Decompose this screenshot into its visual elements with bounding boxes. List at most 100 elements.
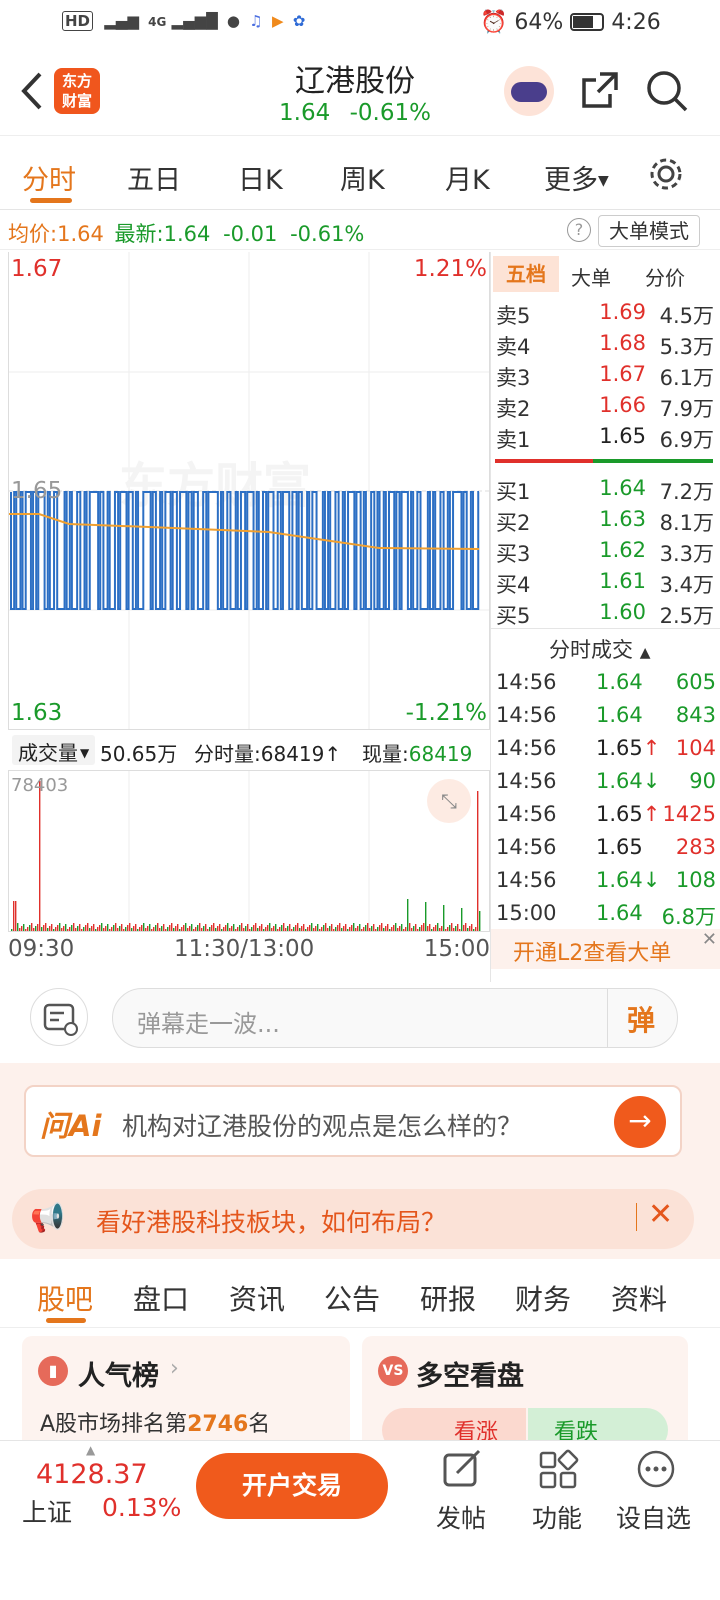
tab-weekly-k[interactable]: 周K [340, 158, 385, 197]
tab-research[interactable]: 研报 [420, 1278, 476, 1318]
ask-level-volume: 6.9万 [659, 428, 714, 452]
volume-chart[interactable]: 78403 ⤡ [8, 770, 490, 932]
volume-bar [299, 928, 301, 931]
popularity-card[interactable]: ▮ 人气榜 › A股市场排名第2746名 [22, 1336, 350, 1450]
bid-level-row[interactable]: 买5 1.60 2.5万 [496, 596, 716, 628]
volume-bar [407, 899, 409, 931]
volume-bar [457, 924, 459, 931]
danmu-input[interactable]: 弹幕走一波... 弹 [112, 988, 678, 1048]
bid-level-price: 1.64 [599, 476, 646, 500]
trade-time: 14:56 [496, 670, 557, 694]
tab-guba[interactable]: 股吧 [37, 1278, 93, 1318]
tab-more[interactable]: 更多▼ [544, 158, 609, 197]
volume-bar [371, 926, 373, 931]
tab-big-orders[interactable]: 大单 [571, 262, 611, 291]
danmu-toggle-button[interactable] [30, 988, 88, 1046]
tab-profile[interactable]: 资料 [611, 1278, 667, 1318]
ask-level-row[interactable]: 卖2 1.66 7.9万 [496, 389, 716, 421]
close-icon[interactable]: ✕ [702, 929, 717, 950]
chart-settings-button[interactable] [646, 154, 686, 198]
bid-level-row[interactable]: 买3 1.62 3.3万 [496, 534, 716, 566]
volume-bar [441, 926, 443, 931]
volume-bar [19, 928, 21, 931]
volume-bar [313, 928, 315, 931]
tab-price-distribution[interactable]: 分价 [645, 262, 685, 291]
functions-button[interactable]: 功能 [524, 1449, 594, 1539]
ask-level-row[interactable]: 卖3 1.67 6.1万 [496, 358, 716, 390]
tab-handicap[interactable]: 盘口 [133, 1278, 189, 1318]
arrow-right-icon[interactable]: → [614, 1096, 666, 1148]
fullscreen-icon[interactable]: ⤡ [427, 779, 471, 823]
big-order-mode-button[interactable]: 大单模式 [598, 215, 700, 247]
volume-bar [315, 926, 317, 931]
tab-five-day[interactable]: 五日 [127, 158, 181, 197]
ai-question-card[interactable]: 问Ai 机构对辽港股份的观点是怎么样的？ → [24, 1085, 682, 1157]
tab-five-levels[interactable]: 五档 [493, 256, 559, 292]
tab-news[interactable]: 资讯 [229, 1278, 285, 1318]
stock-price: 1.64 [279, 100, 331, 126]
bull-bear-card[interactable]: VS 多空看盘 看涨 看跌 [362, 1336, 688, 1450]
volume-bar [365, 925, 367, 931]
ask-level-row[interactable]: 卖1 1.65 6.9万 [496, 420, 716, 452]
add-watchlist-button[interactable]: 设自选 [614, 1449, 704, 1539]
volume-bar [139, 927, 141, 931]
ask-level-row[interactable]: 卖4 1.68 5.3万 [496, 327, 716, 359]
tab-monthly-k[interactable]: 月K [445, 158, 490, 197]
danmu-send-button[interactable]: 弹 [627, 999, 655, 1039]
volume-bar [43, 925, 45, 931]
search-icon [647, 71, 688, 112]
close-icon[interactable]: ✕ [648, 1197, 673, 1232]
trade-volume: 6.8万 [661, 905, 716, 929]
tab-announcements[interactable]: 公告 [324, 1278, 380, 1318]
bid-level-label: 买3 [496, 542, 531, 566]
ask-level-row[interactable]: 卖5 1.69 4.5万 [496, 296, 716, 328]
volume-indicator-selector[interactable]: 成交量 ▼ [12, 735, 96, 765]
index-pct[interactable]: 0.13% [102, 1493, 181, 1522]
volume-bar [451, 923, 453, 931]
back-button[interactable] [14, 66, 54, 116]
post-button[interactable]: 发帖 [428, 1449, 498, 1539]
order-book-panel: 五档 大单 分价 卖5 1.69 4.5万 卖4 1.68 5.3万 卖3 1.67 6.1万卖… [490, 252, 720, 982]
volume-bar [415, 924, 417, 931]
volume-max-label: 78403 [11, 775, 69, 796]
l2-banner[interactable]: 开通L2查看大单 ✕ [491, 929, 720, 969]
robot-avatar-button[interactable] [504, 66, 554, 116]
status-bar: HD ▂▄▆ 4G ▂▄▆█ ● ♫ ▶ ✿ ⏰ 64% 4:26 [0, 0, 720, 48]
intraday-chart[interactable]: 东方财富 1.67 1.21% 1.65 1.63 -1.21% [8, 252, 490, 730]
share-button[interactable] [578, 68, 622, 116]
volume-bar [425, 902, 427, 931]
help-icon[interactable]: ? [567, 218, 591, 242]
index-value[interactable]: 4128.37 [36, 1459, 148, 1490]
bid-level-row[interactable]: 买4 1.61 3.4万 [496, 565, 716, 597]
trades-title-label: 分时成交 [549, 638, 633, 662]
tab-finance[interactable]: 财务 [515, 1278, 571, 1318]
trade-row: 14:56 1.65↑ 104 [496, 732, 718, 765]
tab-intraday[interactable]: 分时 [22, 158, 76, 197]
minute-volume-value: 68419 [260, 742, 325, 766]
ask-level-volume: 7.9万 [659, 397, 714, 421]
ask-level-volume: 5.3万 [659, 335, 714, 359]
volume-bar [347, 929, 349, 931]
volume-bar [465, 923, 467, 931]
tab-daily-k[interactable]: 日K [238, 158, 283, 197]
trade-row: 14:56 1.64↓ 108 [496, 864, 718, 897]
gear-icon [650, 158, 682, 190]
volume-bar [235, 929, 237, 931]
open-account-trade-button[interactable]: 开户交易 [196, 1453, 388, 1519]
trades-title[interactable]: 分时成交 ▲ [549, 634, 650, 664]
bid-level-row[interactable]: 买2 1.63 8.1万 [496, 503, 716, 535]
price-info-line: 均价:1.64 最新:1.64 -0.01 -0.61% ? 大单模式 [0, 212, 720, 250]
promo-banner[interactable]: 📢 看好港股科技板块，如何布局？ ✕ [12, 1189, 694, 1249]
search-button[interactable] [644, 68, 690, 118]
volume-bar [81, 929, 83, 931]
latest-value: 1.64 [163, 222, 211, 246]
current-volume: 现量:68419 [362, 738, 472, 767]
volume-bar [303, 924, 305, 931]
index-name[interactable]: 上证 [22, 1493, 72, 1529]
bid-level-row[interactable]: 买1 1.64 7.2万 [496, 472, 716, 504]
eastmoney-logo[interactable]: 东方 财富 [54, 68, 100, 114]
rank-suffix: 名 [248, 1412, 271, 1437]
avg-label: 均价: [8, 222, 58, 246]
latest-label: 最新: [114, 222, 164, 246]
volume-bar [355, 928, 357, 931]
